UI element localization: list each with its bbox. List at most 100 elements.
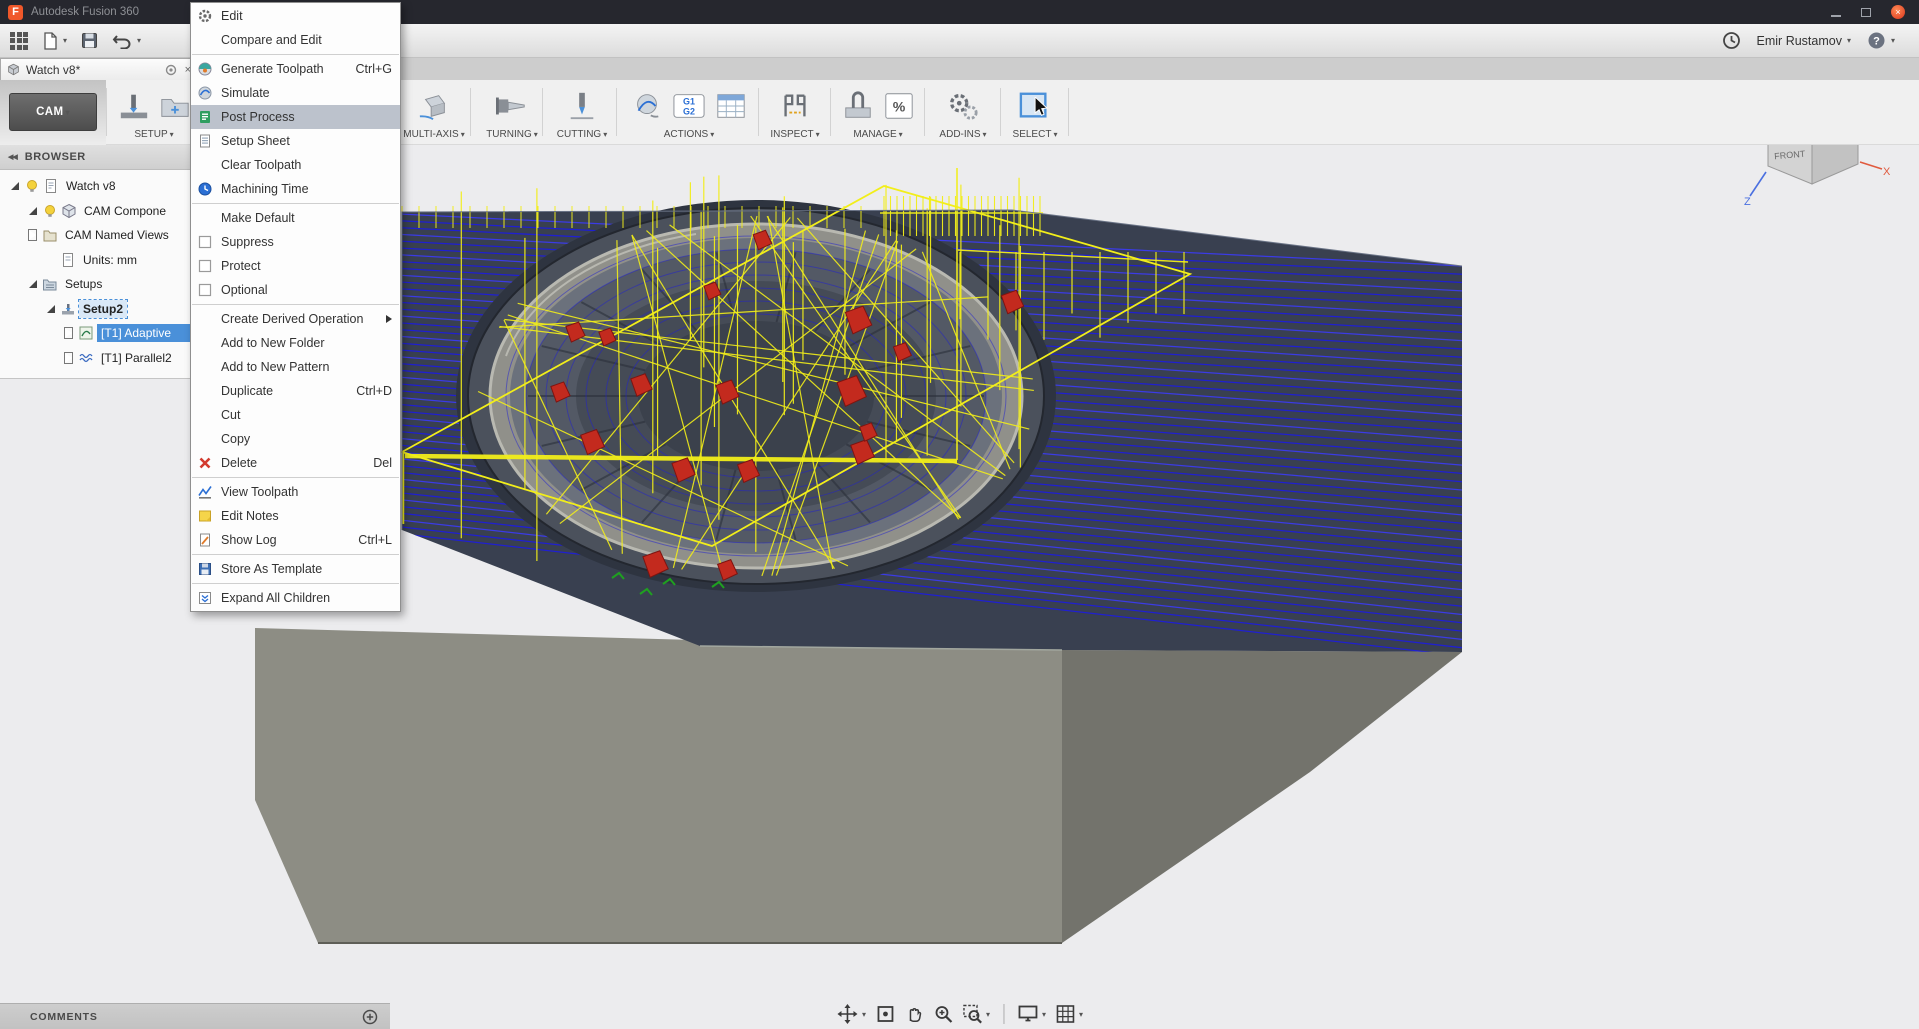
cutting-icon[interactable] xyxy=(565,90,599,122)
tree-item-setups[interactable]: Setups xyxy=(0,272,199,297)
menu-item-edit-notes[interactable]: Edit Notes xyxy=(191,504,400,528)
simulate-ball-icon[interactable] xyxy=(630,90,664,122)
menu-item-make-default[interactable]: Make Default xyxy=(191,206,400,230)
document-tab[interactable]: Watch v8* × xyxy=(0,58,198,80)
undo-button[interactable] xyxy=(112,33,141,49)
optional-checkbox[interactable] xyxy=(197,282,217,298)
expander-open-icon[interactable] xyxy=(44,302,57,315)
ribbon-panel-multi-axis[interactable]: MULTI-AXIS xyxy=(392,83,476,143)
menu-item-view-toolpath[interactable]: View Toolpath xyxy=(191,480,400,504)
zoom-button[interactable] xyxy=(933,1004,953,1024)
adaptive-operation-icon xyxy=(79,326,93,340)
ribbon-panel-manage[interactable]: % MANAGE xyxy=(834,83,922,143)
display-settings-button[interactable] xyxy=(1017,1004,1046,1024)
menu-item-duplicate[interactable]: Duplicate Ctrl+D xyxy=(191,379,400,403)
protect-checkbox[interactable] xyxy=(197,258,217,274)
expander-open-icon[interactable] xyxy=(26,204,39,217)
help-button[interactable]: ? xyxy=(1867,31,1895,50)
ribbon-panel-add-ins[interactable]: ADD-INS xyxy=(928,83,998,143)
add-comment-icon[interactable] xyxy=(362,1009,378,1025)
menu-item-expand-all-children[interactable]: Expand All Children xyxy=(191,586,400,610)
menu-item-edit[interactable]: Edit xyxy=(191,4,400,28)
menu-item-copy[interactable]: Copy xyxy=(191,427,400,451)
close-button[interactable]: × xyxy=(1891,5,1905,19)
notifications-clock-icon[interactable] xyxy=(1722,31,1741,50)
panel-label-turning[interactable]: TURNING xyxy=(486,129,538,143)
save-button[interactable] xyxy=(81,32,98,49)
workspace-switcher-cam[interactable]: CAM xyxy=(9,93,97,131)
menu-item-compare-and-edit[interactable]: Compare and Edit xyxy=(191,28,400,52)
menu-item-setup-sheet[interactable]: Setup Sheet xyxy=(191,129,400,153)
menu-item-add-to-new-pattern[interactable]: Add to New Pattern xyxy=(191,355,400,379)
new-setup-icon[interactable] xyxy=(117,90,151,122)
menu-item-label: Expand All Children xyxy=(221,591,331,605)
panel-label-multi-axis[interactable]: MULTI-AXIS xyxy=(403,129,464,143)
panel-label-manage[interactable]: MANAGE xyxy=(853,129,902,143)
maximize-button[interactable] xyxy=(1861,7,1871,17)
visibility-bulb-icon[interactable] xyxy=(42,203,58,219)
tree-item-setup2[interactable]: Setup2 xyxy=(0,297,199,322)
comments-bar[interactable]: COMMENTS xyxy=(0,1003,390,1029)
menu-item-add-to-new-folder[interactable]: Add to New Folder xyxy=(191,331,400,355)
post-process-g1g2-icon[interactable]: G1G2 xyxy=(671,90,707,122)
menu-item-protect[interactable]: Protect xyxy=(191,254,400,278)
collapse-panel-icon[interactable]: ◀◀ xyxy=(8,153,18,161)
menu-item-clear-toolpath[interactable]: Clear Toolpath xyxy=(191,153,400,177)
pan-button[interactable] xyxy=(904,1004,924,1024)
look-at-button[interactable] xyxy=(875,1004,895,1024)
inspect-caliper-icon[interactable] xyxy=(778,90,812,122)
expander-open-icon[interactable] xyxy=(26,278,39,291)
tree-item-adaptive-operation[interactable]: [T1] Adaptive xyxy=(0,321,212,346)
setup-sheet-table-icon[interactable] xyxy=(714,90,748,122)
file-menu-button[interactable] xyxy=(42,31,67,50)
menu-item-simulate[interactable]: Simulate xyxy=(191,81,400,105)
menu-item-create-derived-operation[interactable]: Create Derived Operation xyxy=(191,307,400,331)
menu-item-cut[interactable]: Cut xyxy=(191,403,400,427)
grid-layout-button[interactable] xyxy=(1055,1004,1083,1024)
panel-label-cutting[interactable]: CUTTING xyxy=(557,129,607,143)
ribbon-panel-cutting[interactable]: CUTTING xyxy=(548,83,616,143)
tool-library-icon[interactable] xyxy=(841,90,875,122)
tree-item-label: Watch v8 xyxy=(66,179,116,194)
tree-item-watch-v8[interactable]: Watch v8 xyxy=(0,174,199,199)
panel-label-add-ins[interactable]: ADD-INS xyxy=(939,129,986,143)
menu-item-suppress[interactable]: Suppress xyxy=(191,230,400,254)
expander-closed-icon[interactable] xyxy=(62,327,75,340)
suppress-checkbox[interactable] xyxy=(197,234,217,250)
ribbon-panel-inspect[interactable]: INSPECT xyxy=(762,83,828,143)
expander-none xyxy=(44,253,57,266)
help-icon: ? xyxy=(1868,32,1885,49)
expander-closed-icon[interactable] xyxy=(62,351,75,364)
visibility-bulb-icon[interactable] xyxy=(24,178,40,194)
ribbon-panel-setup[interactable]: SETUP xyxy=(112,83,196,143)
multi-axis-icon[interactable] xyxy=(416,90,452,122)
panel-label-actions[interactable]: ACTIONS xyxy=(664,129,714,143)
user-account-button[interactable]: Emir Rustamov xyxy=(1757,34,1851,48)
ribbon-panel-actions[interactable]: G1 G2 ACTIONS xyxy=(622,83,756,143)
tree-item-cam-components[interactable]: CAM Compone xyxy=(0,199,199,224)
orbit-button[interactable] xyxy=(836,1003,866,1025)
menu-item-post-process[interactable]: Post Process xyxy=(191,105,400,129)
turning-icon[interactable] xyxy=(494,90,530,122)
menu-item-optional[interactable]: Optional xyxy=(191,278,400,302)
menu-item-machining-time[interactable]: Machining Time xyxy=(191,177,400,201)
new-folder-icon[interactable] xyxy=(158,90,192,122)
app-grid-button[interactable] xyxy=(10,31,28,50)
menu-item-store-as-template[interactable]: Store As Template xyxy=(191,557,400,581)
minimize-button[interactable] xyxy=(1831,8,1841,17)
zoom-window-button[interactable] xyxy=(962,1004,990,1024)
panel-label-setup[interactable]: SETUP xyxy=(134,129,173,143)
panel-label-select[interactable]: SELECT xyxy=(1013,129,1058,143)
panel-label-inspect[interactable]: INSPECT xyxy=(770,129,819,143)
feeds-speeds-percent-icon[interactable]: % xyxy=(882,90,916,122)
add-ins-gears-icon[interactable] xyxy=(946,90,980,122)
tree-item-cam-named-views[interactable]: CAM Named Views xyxy=(0,223,199,248)
menu-item-show-log[interactable]: Show Log Ctrl+L xyxy=(191,528,400,552)
tree-item-units[interactable]: Units: mm xyxy=(0,248,199,273)
expander-closed-icon[interactable] xyxy=(26,229,39,242)
menu-item-delete[interactable]: Delete Del xyxy=(191,451,400,475)
tree-item-parallel-operation[interactable]: [T1] Parallel2 xyxy=(0,346,199,371)
menu-item-generate-toolpath[interactable]: Generate Toolpath Ctrl+G xyxy=(191,57,400,81)
ribbon-panel-turning[interactable]: TURNING xyxy=(480,83,544,143)
expander-open-icon[interactable] xyxy=(8,180,21,193)
